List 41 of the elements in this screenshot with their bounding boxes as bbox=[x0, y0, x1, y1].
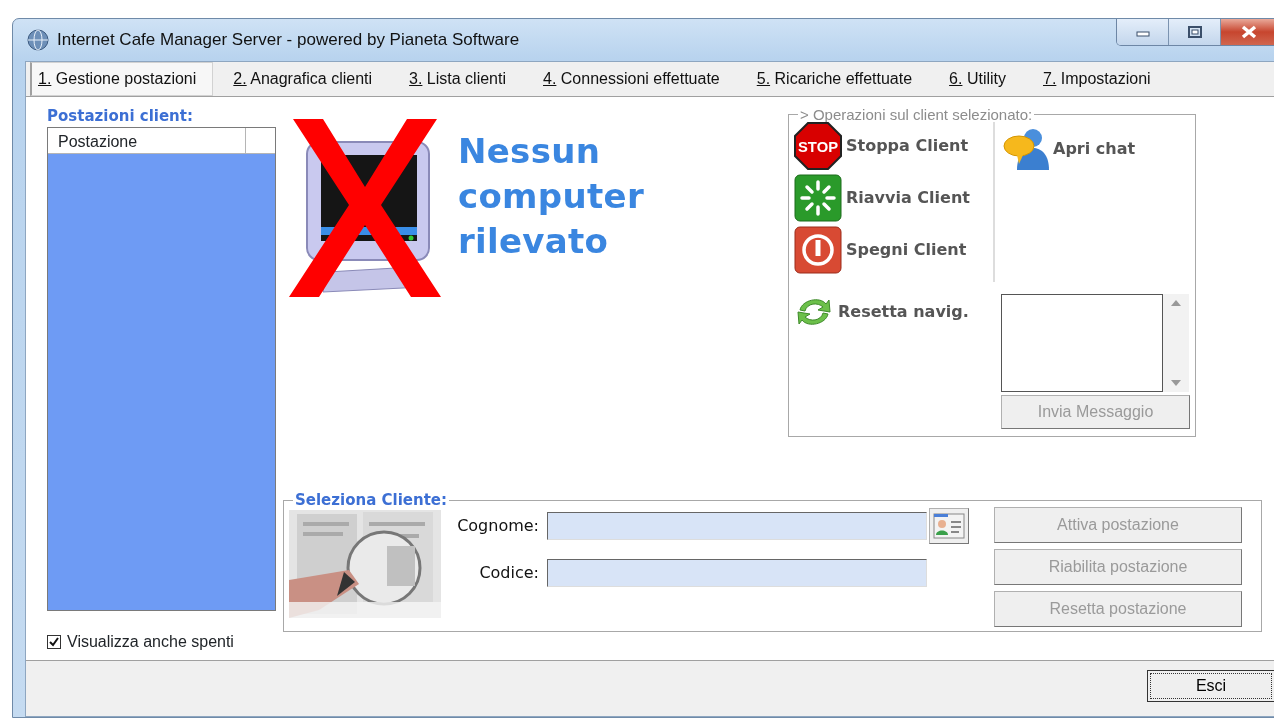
loading-spinner-icon bbox=[794, 174, 842, 222]
group-legend: Seleziona Cliente: bbox=[293, 493, 449, 508]
menu-tab[interactable]: 1. Gestione postazioni bbox=[30, 62, 214, 96]
chat-button[interactable]: Apri chat bbox=[1003, 126, 1136, 172]
power-icon bbox=[794, 226, 842, 274]
close-button[interactable] bbox=[1221, 19, 1274, 45]
menu-tab[interactable]: 5. Ricariche effettuate bbox=[749, 62, 930, 96]
menu-tab[interactable]: 2. Anagrafica clienti bbox=[226, 62, 390, 96]
text-field[interactable] bbox=[547, 559, 927, 587]
text-field[interactable] bbox=[547, 512, 927, 540]
contact-button[interactable] bbox=[929, 508, 969, 544]
group-legend: > Operazioni sul client selezionato: bbox=[798, 107, 1035, 122]
field-label: Codice: bbox=[478, 562, 539, 584]
app-globe-icon bbox=[27, 29, 49, 51]
maximize-icon bbox=[1187, 26, 1202, 38]
action-button[interactable]: STOP Stoppa Client bbox=[794, 122, 993, 170]
window-title: Internet Cafe Manager Server - powered by Pianeta Software bbox=[57, 29, 520, 52]
close-icon bbox=[1241, 25, 1257, 39]
exit-button[interactable]: Esci bbox=[1147, 670, 1274, 702]
menu-tab[interactable]: 4. Connessioni effettuate bbox=[536, 62, 737, 96]
chat-users-icon bbox=[1003, 126, 1049, 172]
check-icon bbox=[49, 637, 59, 647]
message-field[interactable] bbox=[1001, 294, 1163, 392]
scrollbar[interactable] bbox=[1163, 294, 1189, 392]
menu-tab[interactable]: 6. Utility bbox=[942, 62, 1023, 96]
action-button[interactable]: Riavvia Client bbox=[794, 174, 993, 222]
action-button[interactable]: Spegni Client bbox=[794, 226, 993, 274]
action-button[interactable]: Resetta navig. bbox=[794, 294, 969, 330]
contact-card-icon bbox=[933, 513, 965, 539]
scroll-up-icon bbox=[1171, 300, 1181, 306]
section-title: Postazioni client: bbox=[47, 107, 194, 125]
status-message: Nessun computer rilevato bbox=[458, 130, 645, 263]
scroll-down-icon bbox=[1171, 380, 1181, 386]
menu-tab[interactable]: 3. Lista clienti bbox=[402, 62, 523, 96]
maximize-button[interactable] bbox=[1169, 19, 1221, 45]
menu-tab[interactable]: 7. Impostazioni bbox=[1036, 62, 1168, 96]
client-list[interactable]: Postazione bbox=[47, 127, 276, 611]
checkbox[interactable] bbox=[47, 635, 61, 649]
stop-sign-icon: STOP bbox=[794, 122, 842, 170]
checkbox-label: Visualizza anche spenti bbox=[67, 632, 234, 652]
field-label: Cognome: bbox=[456, 515, 539, 537]
